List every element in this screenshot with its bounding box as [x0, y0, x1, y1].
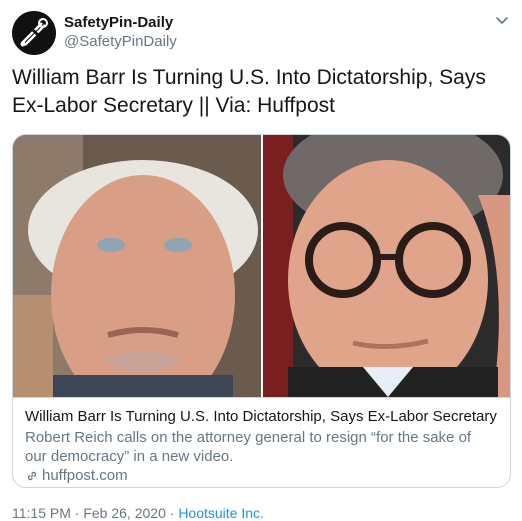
- link-icon: [27, 471, 37, 480]
- tweet-text: William Barr Is Turning U.S. Into Dictat…: [12, 66, 486, 117]
- tweet-date[interactable]: Feb 26, 2020: [83, 505, 166, 521]
- tweet-time[interactable]: 11:15 PM: [12, 505, 71, 521]
- card-images[interactable]: [13, 135, 510, 397]
- link-card[interactable]: William Barr Is Turning U.S. Into Dictat…: [12, 134, 511, 488]
- author-name[interactable]: SafetyPin-Daily: [64, 14, 173, 31]
- card-body[interactable]: William Barr Is Turning U.S. Into Dictat…: [13, 397, 510, 487]
- safety-pin-logo-icon: [12, 11, 56, 55]
- meta-separator: ·: [169, 505, 175, 521]
- card-domain[interactable]: huffpost.com: [25, 467, 128, 484]
- card-description: Robert Reich calls on the attorney gener…: [25, 429, 472, 465]
- card-image-right: [263, 135, 510, 397]
- chevron-down-icon[interactable]: [494, 12, 510, 28]
- meta-separator: ·: [74, 505, 80, 521]
- tweet-source[interactable]: Hootsuite Inc.: [178, 505, 264, 521]
- card-title[interactable]: William Barr Is Turning U.S. Into Dictat…: [25, 408, 500, 425]
- card-image-left: [13, 135, 261, 397]
- tweet-meta: 11:15 PM · Feb 26, 2020 · Hootsuite Inc.: [12, 505, 264, 521]
- author-handle[interactable]: @SafetyPinDaily: [64, 33, 177, 50]
- card-domain-label: huffpost.com: [42, 467, 128, 484]
- avatar[interactable]: [12, 11, 56, 55]
